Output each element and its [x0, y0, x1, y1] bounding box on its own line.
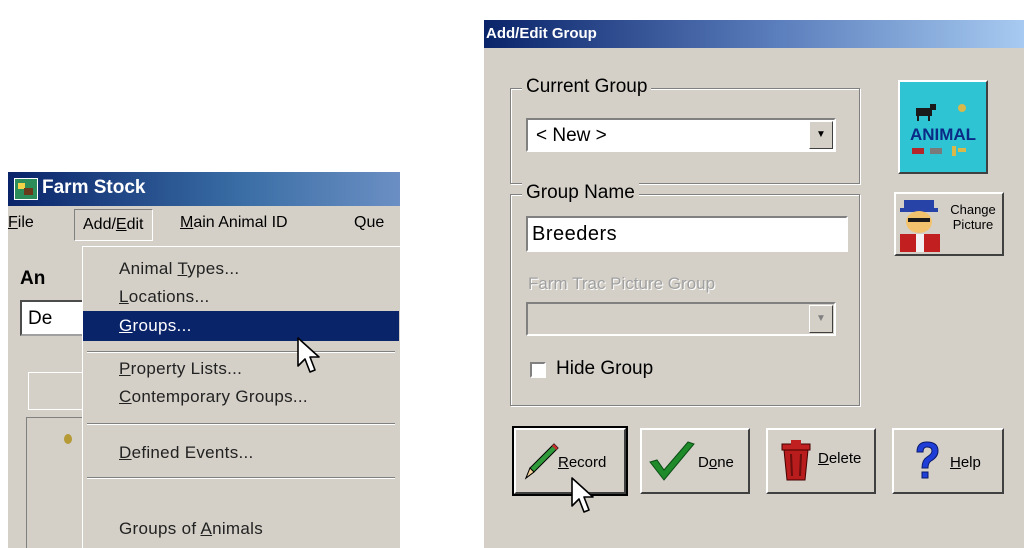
menu-separator [87, 351, 395, 353]
animal-logo-icon: ANIMAL [900, 82, 986, 172]
menu-file[interactable]: File [8, 214, 34, 232]
menu-bar: File Add/Edit Main Animal ID Que [8, 206, 400, 242]
done-button[interactable]: Done [640, 428, 750, 494]
mouse-cursor-icon [297, 337, 320, 373]
delete-button[interactable]: Delete [766, 428, 876, 494]
help-button[interactable]: Help [892, 428, 1004, 494]
group-name-input[interactable]: Breeders [526, 216, 848, 252]
done-label: Done [698, 454, 734, 471]
menu-item-groups-of-animals[interactable]: Groups of Animals [83, 515, 399, 543]
chevron-down-icon[interactable]: ▼ [809, 305, 833, 333]
app-icon [14, 178, 38, 200]
change-picture-label: Change Picture [950, 202, 996, 232]
menu-separator [87, 477, 395, 479]
current-group-select[interactable]: < New > ▼ [526, 118, 836, 152]
window-title: Farm Stock [42, 177, 146, 198]
animal-combo[interactable]: De [20, 300, 90, 336]
current-group-label: Current Group [522, 76, 652, 98]
hide-group-label: Hide Group [556, 358, 654, 379]
hide-group-checkbox[interactable] [530, 362, 546, 378]
add-edit-dropdown: Animal Types... Locations... Groups... P… [82, 246, 400, 548]
group-name-label: Group Name [522, 182, 639, 204]
farm-stock-window: Farm Stock File Add/Edit Main Animal ID … [8, 172, 400, 548]
picture-group-select[interactable]: ▼ [526, 302, 836, 336]
picture-group-label: Farm Trac Picture Group [528, 274, 716, 293]
dialog-title: Add/Edit Group [486, 25, 597, 42]
menu-item-contemporary-groups[interactable]: Contemporary Groups... [83, 383, 399, 411]
add-edit-group-dialog: Add/Edit Group Current Group < New > ▼ G… [484, 20, 1024, 548]
animal-logo-picture[interactable]: ANIMAL [898, 80, 988, 174]
animal-logo-text: ANIMAL [910, 125, 976, 144]
change-picture-button[interactable]: Change Picture [894, 192, 1004, 256]
pencil-icon [524, 443, 559, 480]
question-mark-icon [916, 441, 939, 479]
delete-label: Delete [818, 450, 862, 467]
dialog-title-bar: Add/Edit Group [484, 20, 1024, 48]
menu-query[interactable]: Que [354, 214, 384, 232]
current-group-value: < New > [536, 125, 607, 146]
mouse-cursor-icon [571, 477, 594, 513]
menu-item-locations[interactable]: Locations... [83, 283, 399, 311]
chevron-down-icon[interactable]: ▼ [809, 121, 833, 149]
menu-separator [87, 423, 395, 425]
trash-can-icon [781, 440, 811, 481]
menu-main-animal-id[interactable]: Main Animal ID [180, 214, 288, 232]
menu-item-groups[interactable]: Groups... [83, 311, 399, 341]
record-label: Record [558, 454, 607, 471]
farmer-icon [900, 200, 940, 252]
section-label: An [20, 268, 46, 289]
checkmark-icon [649, 441, 695, 481]
menu-item-defined-events[interactable]: Defined Events... [83, 439, 399, 467]
menu-item-property-lists[interactable]: Property Lists... [83, 355, 399, 383]
title-bar: Farm Stock [8, 172, 400, 206]
menu-add-edit[interactable]: Add/Edit [74, 209, 153, 241]
panel-icon [64, 434, 72, 444]
help-label: Help [950, 454, 981, 471]
menu-item-animal-types[interactable]: Animal Types... [83, 255, 399, 283]
